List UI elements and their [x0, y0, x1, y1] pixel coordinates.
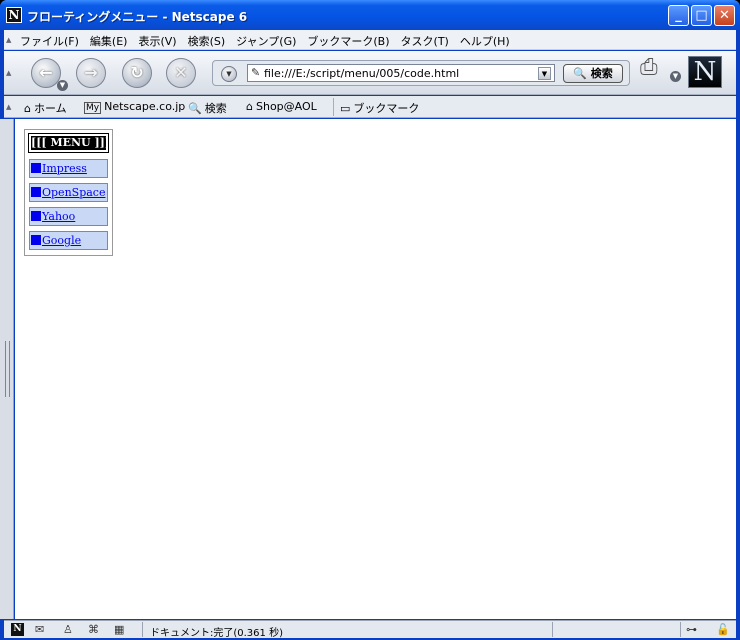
menu-search[interactable]: 検索(S) [188, 33, 226, 49]
print-dropdown-icon[interactable]: ▼ [670, 71, 681, 82]
magnifier-icon: 🔍 [573, 67, 587, 80]
menu-link-openspace[interactable]: OpenSpace [42, 186, 105, 199]
toolbar-grip-icon[interactable]: ▲ [6, 69, 12, 77]
bookmarks-folder[interactable]: ▭ ブックマーク [340, 100, 419, 116]
toolbar-grip-icon[interactable]: ▲ [6, 103, 12, 111]
menu-go[interactable]: ジャンプ(G) [236, 33, 296, 49]
menu-tasks[interactable]: タスク(T) [401, 33, 449, 49]
floating-menu-title: [[[ MENU ]]] [28, 133, 110, 153]
navigation-toolbar: ▲ ← ▼ → ↻ ✕ ▼ ✎ file:///E:/script/menu/0… [4, 51, 736, 95]
shop-link[interactable]: ⌂ Shop@AOL [246, 100, 317, 113]
status-text: ドキュメント:完了(0.361 秒) [150, 628, 283, 639]
status-bar: N ✉ ♙ ⌘ ▦ ドキュメント:完了(0.361 秒) ⊶ 🔓 [4, 620, 736, 639]
my-netscape-icon: My [84, 102, 102, 114]
folder-icon: ▭ [340, 102, 351, 115]
online-status-icon[interactable]: ⊶ [686, 623, 697, 636]
address-book-icon[interactable]: ⌘ [88, 623, 99, 636]
bullet-square-icon [31, 211, 41, 221]
browser-window: N フローティングメニュー - Netscape 6 _ □ ✕ ▲ ファイル(… [0, 0, 740, 640]
maximize-button[interactable]: □ [691, 5, 712, 26]
title-bar: N フローティングメニュー - Netscape 6 _ □ ✕ [0, 0, 740, 30]
home-label: ホーム [33, 102, 67, 115]
mail-icon[interactable]: ✉ [35, 623, 44, 636]
navigator-icon[interactable]: N [11, 623, 24, 636]
shop-icon: ⌂ [246, 100, 253, 113]
netscape-throbber-logo[interactable]: N [688, 56, 722, 88]
menu-help[interactable]: ヘルプ(H) [460, 33, 510, 49]
menu-link-item[interactable]: Google [29, 231, 108, 250]
netscape-link[interactable]: My Netscape.co.jp [84, 100, 185, 114]
menu-link-item[interactable]: OpenSpace [29, 183, 108, 202]
url-input[interactable]: ✎ file:///E:/script/menu/005/code.html ▼ [247, 64, 555, 82]
toolbar-separator [333, 98, 334, 116]
menu-link-item[interactable]: Yahoo [29, 207, 108, 226]
shop-label: Shop@AOL [255, 100, 317, 113]
url-bar: ▼ ✎ file:///E:/script/menu/005/code.html… [212, 60, 630, 86]
bookmarks-label: ブックマーク [353, 102, 420, 115]
url-text: file:///E:/script/menu/005/code.html [264, 67, 460, 80]
search-link[interactable]: 🔍 検索 [188, 100, 227, 116]
menu-edit[interactable]: 編集(E) [90, 33, 128, 49]
bullet-square-icon [31, 163, 41, 173]
menu-items: ファイル(F) 編集(E) 表示(V) 検索(S) ジャンプ(G) ブックマーク… [20, 33, 510, 49]
magnifier-icon: 🔍 [188, 102, 202, 115]
toolbar-grip-icon[interactable]: ▲ [6, 36, 12, 44]
status-separator [552, 622, 553, 637]
url-dropdown-icon[interactable]: ▼ [538, 67, 551, 80]
menu-view[interactable]: 表示(V) [138, 33, 176, 49]
search-button-label: 検索 [590, 67, 613, 80]
status-separator [680, 622, 681, 637]
menu-link-google[interactable]: Google [42, 234, 81, 247]
netscape-label: Netscape.co.jp [104, 100, 186, 113]
floating-menu: [[[ MENU ]]] Impress OpenSpace Yahoo Goo… [24, 129, 113, 256]
bullet-square-icon [31, 235, 41, 245]
menu-link-yahoo[interactable]: Yahoo [42, 210, 75, 223]
page-content: [[[ MENU ]]] Impress OpenSpace Yahoo Goo… [15, 119, 736, 619]
url-go-icon[interactable]: ▼ [221, 66, 237, 82]
home-icon: ⌂ [24, 102, 31, 115]
security-lock-icon[interactable]: 🔓 [716, 623, 730, 636]
sidebar-grip-icon[interactable] [5, 341, 10, 397]
netscape-app-icon: N [6, 7, 22, 23]
forward-button[interactable]: → [76, 58, 106, 88]
page-proxy-icon: ✎ [251, 66, 261, 79]
window-title: フローティングメニュー - Netscape 6 [27, 10, 248, 24]
home-link[interactable]: ⌂ ホーム [24, 100, 67, 116]
search-button[interactable]: 🔍 検索 [563, 64, 623, 83]
sidebar-collapsed[interactable] [0, 119, 14, 619]
menu-file[interactable]: ファイル(F) [20, 33, 79, 49]
reload-button[interactable]: ↻ [122, 58, 152, 88]
menu-link-impress[interactable]: Impress [42, 162, 87, 175]
search-link-label: 検索 [204, 102, 227, 115]
status-separator [142, 622, 143, 637]
close-button[interactable]: ✕ [714, 5, 735, 26]
composer-icon[interactable]: ▦ [114, 623, 124, 636]
menu-link-item[interactable]: Impress [29, 159, 108, 178]
back-dropdown-icon[interactable]: ▼ [57, 80, 68, 91]
minimize-button[interactable]: _ [668, 5, 689, 26]
personal-toolbar: ▲ ⌂ ホーム My Netscape.co.jp 🔍 検索 ⌂ Shop@AOL ▭ ブ… [4, 96, 736, 118]
stop-button[interactable]: ✕ [166, 58, 196, 88]
instant-messenger-icon[interactable]: ♙ [63, 623, 73, 636]
menu-bar: ▲ ファイル(F) 編集(E) 表示(V) 検索(S) ジャンプ(G) ブックマ… [4, 30, 736, 50]
print-icon[interactable]: ⎙ [640, 55, 674, 85]
bullet-square-icon [31, 187, 41, 197]
menu-bookmarks[interactable]: ブックマーク(B) [307, 33, 389, 49]
